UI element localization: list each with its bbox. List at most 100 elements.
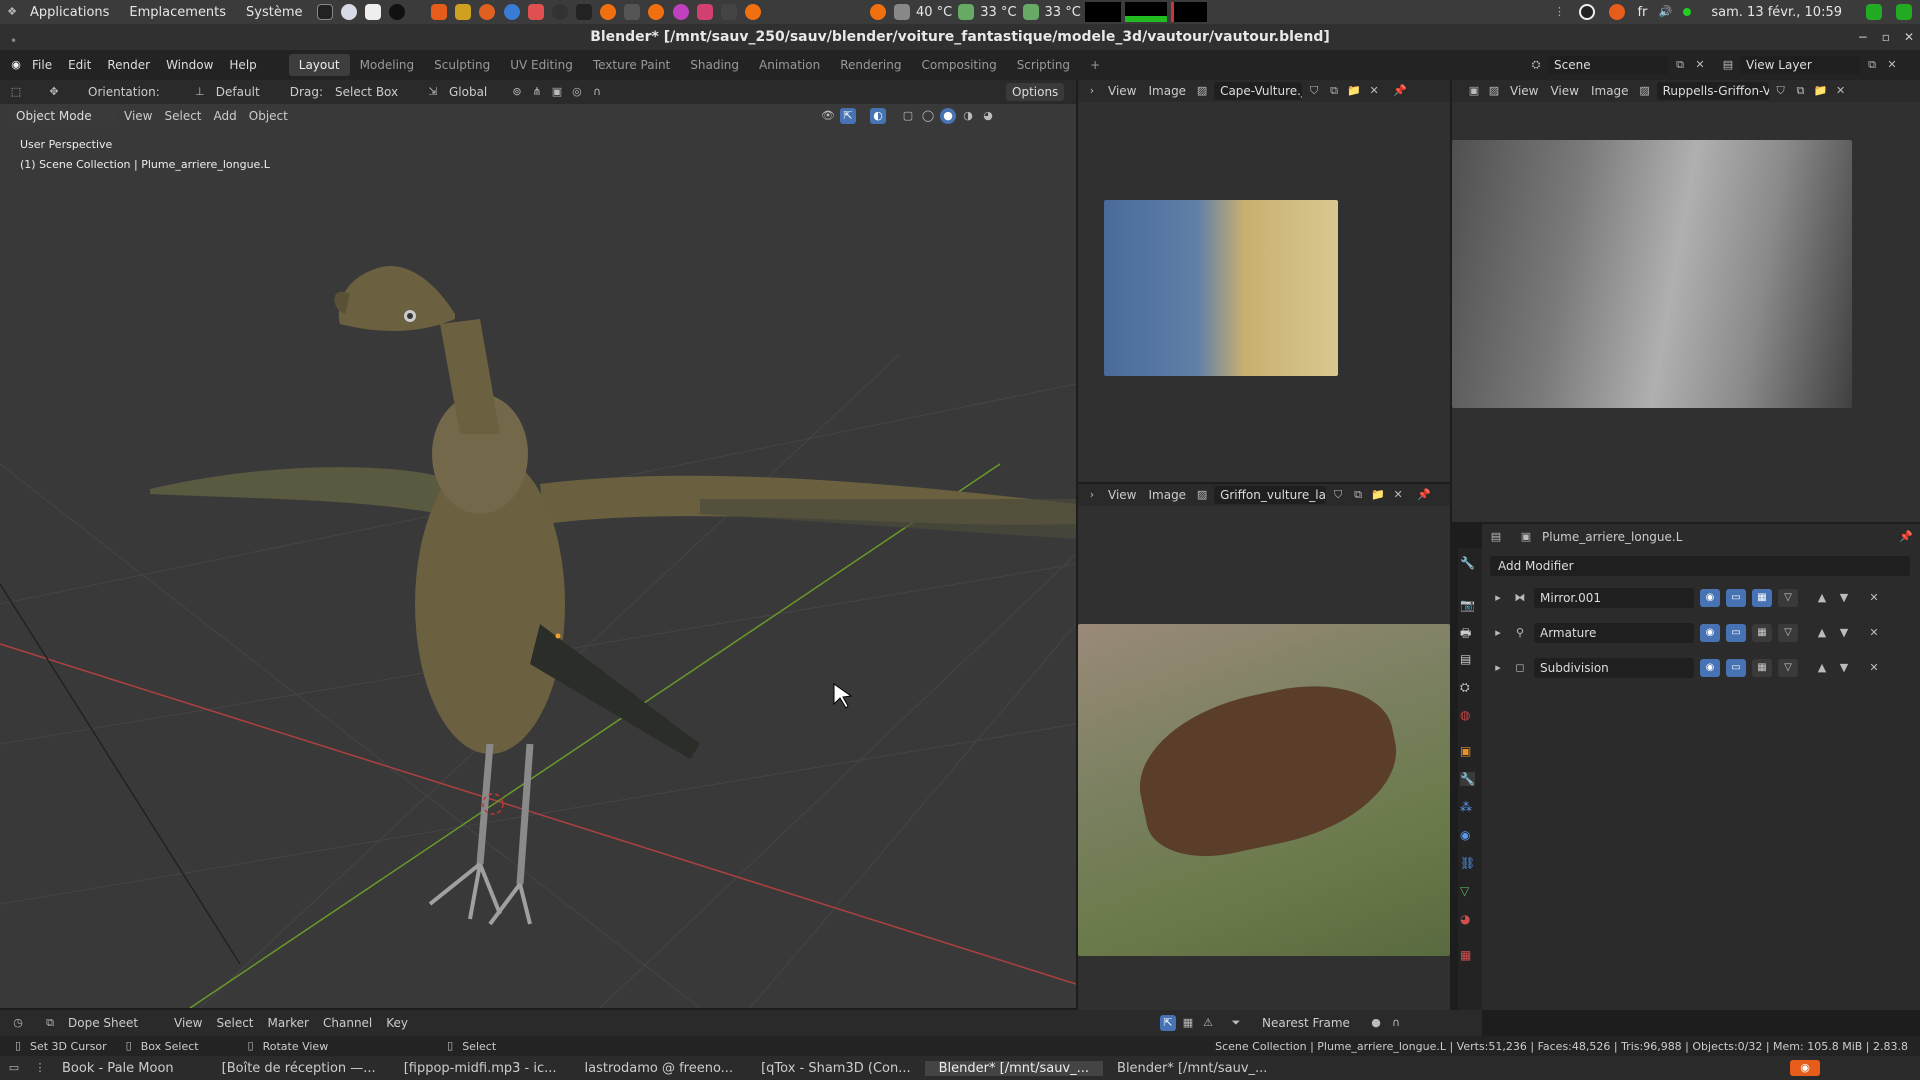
tab-sculpting[interactable]: Sculpting	[424, 54, 500, 76]
new-image-icon[interactable]: ⧉	[1326, 83, 1342, 99]
render-toggle-icon[interactable]: ◉	[1700, 624, 1720, 642]
pin-icon[interactable]: 📌	[1392, 83, 1408, 99]
image-name-field-3[interactable]: Ruppells-Griffon-Vult...	[1656, 82, 1769, 100]
orientation-dropdown[interactable]: Default	[212, 85, 282, 99]
particles-tab-icon[interactable]: ⁂	[1460, 800, 1472, 814]
dopesheet-marker-menu[interactable]: Marker	[264, 1016, 313, 1030]
snap-mode-dropdown[interactable]: Nearest Frame	[1258, 1016, 1364, 1030]
task-blender-active[interactable]: Blender* [/mnt/sauv_...	[924, 1060, 1104, 1076]
add-menu[interactable]: Add	[210, 109, 241, 123]
cancel-app-icon[interactable]	[431, 4, 448, 20]
show-hidden-icon[interactable]: ▦	[1180, 1015, 1196, 1031]
menu-applications[interactable]: Applications	[20, 5, 119, 20]
keyboard-lang[interactable]: fr	[1637, 5, 1647, 20]
tab-modeling[interactable]: Modeling	[350, 54, 425, 76]
network-dot[interactable]	[1683, 8, 1692, 16]
errors-icon[interactable]: ⚠	[1200, 1015, 1216, 1031]
overlay-icon[interactable]: ◐	[870, 108, 886, 124]
scene-tab-icon[interactable]: ⛭	[1460, 680, 1470, 695]
physics-tab-icon[interactable]: ◉	[1460, 828, 1470, 842]
cage-toggle-icon[interactable]: ▽	[1778, 659, 1798, 677]
tab-animation[interactable]: Animation	[749, 54, 830, 76]
image-name-field[interactable]: Cape-Vulture.jpg	[1214, 82, 1303, 100]
maximize-icon[interactable]: ▫	[1882, 30, 1890, 44]
remove-modifier-icon[interactable]: ✕	[1866, 590, 1882, 606]
terminal-icon[interactable]	[316, 4, 333, 20]
tool-tab-icon[interactable]: 🔧	[1460, 556, 1475, 570]
image-image-menu-3[interactable]: Image	[1587, 84, 1633, 98]
taskbar-app-icon[interactable]: ◉	[1790, 1060, 1820, 1076]
data-tab-icon[interactable]: ▽	[1460, 884, 1469, 898]
image-browse-icon-3[interactable]: ▨	[1637, 83, 1653, 99]
transform-gizmo-icon[interactable]: ✥	[46, 84, 62, 100]
dopesheet-mode-dropdown[interactable]: Dope Sheet	[64, 1016, 164, 1030]
image-image-menu-2[interactable]: Image	[1144, 488, 1190, 502]
menu-file[interactable]: File	[24, 58, 60, 72]
menu-places[interactable]: Emplacements	[119, 5, 236, 20]
image-browse-icon[interactable]: ▨	[1194, 83, 1210, 99]
view-layer-tab-icon[interactable]: ▤	[1460, 652, 1471, 666]
editmode-toggle-icon[interactable]: ▦	[1752, 589, 1772, 607]
layer-copy-icon[interactable]: ⧉	[1864, 57, 1880, 73]
properties-editor-icon[interactable]: ▤	[1488, 529, 1504, 545]
tab-shading[interactable]: Shading	[680, 54, 749, 76]
menu-window[interactable]: Window	[158, 58, 221, 72]
editor-collapse-icon-2[interactable]: ›	[1084, 487, 1100, 503]
image-view-menu-2[interactable]: View	[1104, 488, 1140, 502]
pivot-icon[interactable]: ⇲	[425, 84, 441, 100]
browser-icon[interactable]	[340, 4, 357, 20]
only-selected-icon[interactable]: ⇱	[1160, 1015, 1176, 1031]
menu-render[interactable]: Render	[99, 58, 158, 72]
app-icon[interactable]	[388, 4, 405, 20]
scene-copy-icon[interactable]: ⧉	[1672, 57, 1688, 73]
gizmo-icon[interactable]: ⇱	[840, 108, 856, 124]
tab-layout[interactable]: Layout	[288, 54, 350, 76]
visibility-icon[interactable]: 👁	[820, 108, 836, 124]
blender-icon[interactable]	[600, 4, 617, 20]
modifier-name-field[interactable]: Armature	[1534, 623, 1694, 643]
menu-edit[interactable]: Edit	[60, 58, 99, 72]
viewport-toggle-icon[interactable]: ▭	[1726, 589, 1746, 607]
editor-collapse-icon[interactable]: ›	[1084, 83, 1100, 99]
remove-modifier-icon[interactable]: ✕	[1866, 625, 1882, 641]
open-image-icon-3[interactable]: 📁	[1813, 83, 1829, 99]
blender-tray-icon[interactable]	[870, 4, 886, 20]
scene-field[interactable]: Scene	[1548, 56, 1668, 74]
blender2-icon[interactable]	[648, 4, 665, 20]
image-image-menu[interactable]: Image	[1144, 84, 1190, 98]
mode-dropdown[interactable]: Object Mode	[10, 107, 116, 125]
falloff-icon[interactable]: ∩	[589, 84, 605, 100]
distro-icon[interactable]: ❖	[4, 4, 20, 20]
unlink-image-icon-3[interactable]: ✕	[1833, 83, 1849, 99]
scene-close-icon[interactable]: ✕	[1692, 57, 1708, 73]
rendered-shading-icon[interactable]: ◕	[980, 108, 996, 124]
transform-orientation-dropdown[interactable]: Global	[445, 85, 505, 99]
tab-rendering[interactable]: Rendering	[830, 54, 911, 76]
render-toggle-icon[interactable]: ◉	[1700, 589, 1720, 607]
options-dropdown[interactable]: Options	[1006, 83, 1065, 101]
tab-compositing[interactable]: Compositing	[911, 54, 1006, 76]
proportional-icon[interactable]: ◎	[569, 84, 585, 100]
volume-icon[interactable]: 🔊	[1657, 4, 1673, 20]
show-desktop-icon[interactable]: ▭	[6, 1060, 22, 1076]
expand-icon[interactable]: ▸	[1490, 660, 1506, 676]
editmode-toggle-icon[interactable]: ▦	[1752, 624, 1772, 642]
open-image-icon[interactable]: 📁	[1346, 83, 1362, 99]
add-modifier-dropdown[interactable]: Add Modifier	[1490, 556, 1910, 576]
tab-uv-editing[interactable]: UV Editing	[500, 54, 583, 76]
dopesheet-select-menu[interactable]: Select	[212, 1016, 257, 1030]
texture-tab-icon[interactable]: ▦	[1460, 948, 1471, 962]
media-icon[interactable]	[527, 4, 544, 20]
status-icon[interactable]	[1579, 4, 1596, 20]
move-up-icon[interactable]: ▲	[1814, 625, 1830, 641]
fake-user-icon-3[interactable]: ⛉	[1773, 83, 1789, 99]
view-mode-icon[interactable]: ▨	[1486, 83, 1502, 99]
minimize-icon[interactable]: −	[1858, 30, 1868, 44]
layer-close-icon[interactable]: ✕	[1884, 57, 1900, 73]
cage-toggle-icon[interactable]: ▽	[1778, 624, 1798, 642]
chromium-icon[interactable]	[503, 4, 520, 20]
view-menu[interactable]: View	[120, 109, 156, 123]
modifier-name-field[interactable]: Subdivision	[1534, 658, 1694, 678]
expand-icon[interactable]: ▸	[1490, 625, 1506, 641]
editor-type-icon[interactable]: ⬚	[8, 84, 24, 100]
